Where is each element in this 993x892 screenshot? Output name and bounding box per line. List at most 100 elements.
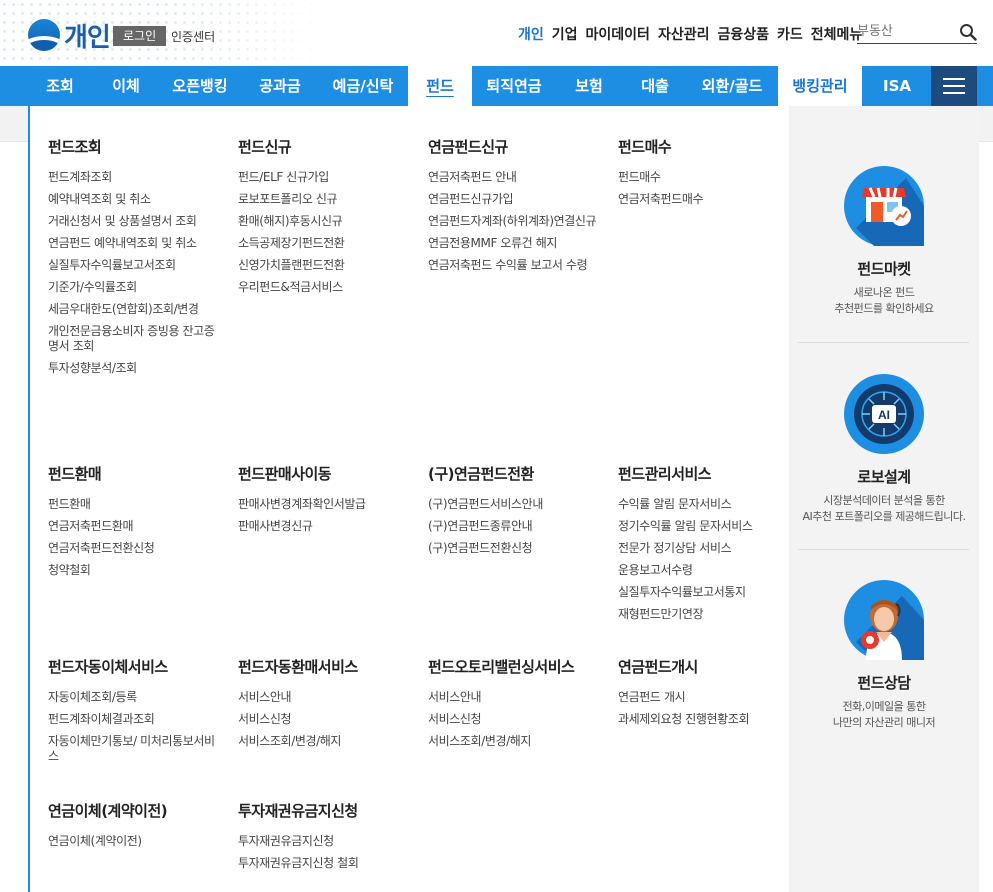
menu-link[interactable]: 청약철회 [48,563,223,578]
nav-item-transfer[interactable]: 이체 [94,66,158,106]
nav-item-pension[interactable]: 퇴직연금 [474,66,554,106]
nav-item-utility[interactable]: 공과금 [242,66,318,106]
promo-title: 로보설계 [857,468,911,486]
menu-link[interactable]: 서비스안내 [428,690,603,705]
menu-link[interactable]: 연금저축펀드 수익률 보고서 수령 [428,258,603,273]
menu-link[interactable]: 로보포트폴리오 신규 [238,192,413,207]
menu-link[interactable]: 연금전용MMF 오류건 해지 [428,236,603,251]
menu-link[interactable]: 신영가치플랜펀드전환 [238,258,413,273]
promo-sidebar: 펀드마켓 새로나온 펀드 추천펀드를 확인하세요 AI 로보설계 시장분석데이터… [789,106,979,892]
menu-link[interactable]: 세금우대한도(연합회)조회/변경 [48,302,223,317]
search-box [857,20,977,44]
nav-item-banking-mgmt[interactable]: 뱅킹관리 [778,66,862,106]
menu-link[interactable]: 서비스조회/변경/해지 [428,734,603,749]
menu-link[interactable]: 서비스신청 [238,712,413,727]
nav-item-insurance[interactable]: 보험 [556,66,622,106]
menu-link[interactable]: 연금펀드자계좌(하위계좌)연결신규 [428,214,603,229]
menu-link[interactable]: 소득공제장기펀드전환 [238,236,413,251]
menu-link[interactable]: 연금저축펀드매수 [618,192,793,207]
menu-link[interactable]: 환매(해지)후동시신규 [238,214,413,229]
login-button[interactable]: 로그인 [113,26,167,46]
menu-link[interactable]: 연금저축펀드전환신청 [48,541,223,556]
menu-link[interactable]: 수익률 알림 문자서비스 [618,497,793,512]
menu-link[interactable]: 자동이체만기통보/ 미처리통보서비스 [48,734,223,764]
menu-link[interactable]: 우리펀드&적금서비스 [238,280,413,295]
hamburger-menu-icon[interactable] [931,66,977,106]
menu-link[interactable]: 펀드계좌조회 [48,170,223,185]
search-icon[interactable] [959,23,977,41]
menu-link[interactable]: (구)연금펀드전환신청 [428,541,603,556]
top-menu-products[interactable]: 금융상품 [717,24,769,44]
menu-link[interactable]: 판매사변경계좌확인서발급 [238,497,413,512]
promo-desc-line1: 시장분석데이터 분석을 통한 [823,494,945,507]
top-menu-business[interactable]: 기업 [552,24,578,44]
search-input[interactable] [857,20,953,43]
menu-section: 펀드오토리밸런싱서비스 서비스안내 서비스신청 서비스조회/변경/해지 [428,658,603,756]
promo-title: 펀드마켓 [857,260,911,278]
menu-link[interactable]: 투자재권유금지신청 철회 [238,856,413,871]
section-title: 펀드조회 [48,138,102,156]
menu-link[interactable]: 예약내역조회 및 취소 [48,192,223,207]
nav-item-inquiry[interactable]: 조회 [28,66,92,106]
menu-link[interactable]: 자동이체조회/등록 [48,690,223,705]
menu-link[interactable]: 펀드계좌이체결과조회 [48,712,223,727]
nav-item-openbanking[interactable]: 오픈뱅킹 [160,66,240,106]
menu-link[interactable]: 거래신청서 및 상품설명서 조회 [48,214,223,229]
nav-item-fund[interactable]: 펀드 [408,66,472,108]
ai-badge-text: AI [878,408,890,422]
nav-item-loan[interactable]: 대출 [624,66,686,106]
top-menu-personal[interactable]: 개인 [518,24,544,44]
menu-link[interactable]: 정기수익률 알림 문자서비스 [618,519,793,534]
menu-section: 연금펀드개시 연금펀드 개시 과세제외요청 진행현황조회 [618,658,793,734]
menu-section: (구)연금펀드전환 (구)연금펀드서비스안내 (구)연금펀드종류안내 (구)연금… [428,465,603,563]
section-title: 펀드신규 [238,138,292,156]
cert-center-link[interactable]: 인증센터 [171,28,215,45]
menu-link[interactable]: 서비스조회/변경/해지 [238,734,413,749]
counselor-icon [844,580,924,660]
menu-link[interactable]: 펀드환매 [48,497,223,512]
promo-fund-market[interactable]: 펀드마켓 새로나온 펀드 추천펀드를 확인하세요 [789,166,979,317]
top-menu: 개인 기업 마이데이터 자산관리 금융상품 카드 전체메뉴 [518,24,862,44]
menu-section: 펀드매수 펀드매수 연금저축펀드매수 [618,138,793,214]
menu-link[interactable]: 펀드매수 [618,170,793,185]
menu-link[interactable]: 판매사변경신규 [238,519,413,534]
promo-fund-consult[interactable]: 펀드상담 전화,이메일을 통한 나만의 자산관리 매니저 [789,580,979,731]
menu-link[interactable]: 전문가 정기상담 서비스 [618,541,793,556]
promo-robo-advisor[interactable]: AI 로보설계 시장분석데이터 분석을 통한 AI추천 포트폴리오를 제공해드립… [789,374,979,525]
menu-link[interactable]: 서비스안내 [238,690,413,705]
menu-link[interactable]: 실질투자수익률보고서통지 [618,585,793,600]
brand-title[interactable]: 개인 [64,17,111,54]
menu-link[interactable]: 재형펀드만기연장 [618,607,793,622]
menu-link[interactable]: 연금저축펀드 안내 [428,170,603,185]
menu-link[interactable]: (구)연금펀드종류안내 [428,519,603,534]
menu-link[interactable]: (구)연금펀드서비스안내 [428,497,603,512]
top-menu-all[interactable]: 전체메뉴 [811,24,863,44]
nav-item-deposit[interactable]: 예금/신탁 [320,66,406,106]
top-menu-asset[interactable]: 자산관리 [658,24,710,44]
menu-section: 투자재권유금지신청 투자재권유금지신청 투자재권유금지신청 철회 [238,802,413,878]
section-title: 연금이체(계약이전) [48,802,168,820]
menu-link[interactable]: 연금펀드신규가입 [428,192,603,207]
bank-logo-icon[interactable] [28,19,60,51]
menu-link[interactable]: 펀드/ELF 신규가입 [238,170,413,185]
nav-item-isa[interactable]: ISA [864,66,930,106]
menu-link[interactable]: 연금펀드 개시 [618,690,793,705]
menu-link[interactable]: 서비스신청 [428,712,603,727]
menu-link[interactable]: 기준가/수익률조회 [48,280,223,295]
menu-link[interactable]: 투자재권유금지신청 [238,834,413,849]
menu-link[interactable]: 연금이체(계약이전) [48,834,223,849]
menu-link[interactable]: 연금저축펀드환매 [48,519,223,534]
top-header: 개인 로그인 인증센터 개인 기업 마이데이터 자산관리 금융상품 카드 전체메… [0,0,993,66]
menu-link[interactable]: 과세제외요청 진행현황조회 [618,712,793,727]
menu-link[interactable]: 연금펀드 예약내역조회 및 취소 [48,236,223,251]
menu-link[interactable]: 실질투자수익률보고서조회 [48,258,223,273]
nav-item-fx-gold[interactable]: 외환/골드 [688,66,776,106]
divider [798,342,969,343]
menu-link[interactable]: 개인전문금융소비자 증빙용 잔고증명서 조회 [48,324,223,354]
store-icon [844,166,924,246]
menu-link[interactable]: 운용보고서수령 [618,563,793,578]
section-title: 연금펀드개시 [618,658,698,676]
menu-link[interactable]: 투자성향분석/조회 [48,361,223,376]
top-menu-mydata[interactable]: 마이데이터 [586,24,650,44]
top-menu-card[interactable]: 카드 [777,24,803,44]
